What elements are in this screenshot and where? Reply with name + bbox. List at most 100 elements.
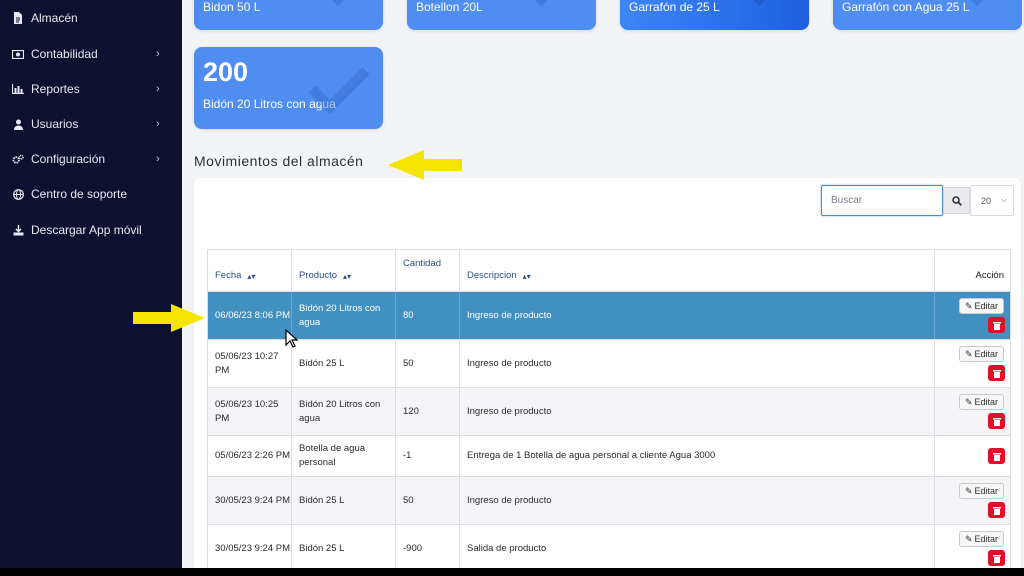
chevron-right-icon: › [156,48,160,60]
sort-icon: ▴▾ [247,272,256,281]
delete-button[interactable] [988,502,1005,518]
header-label: Producto [299,270,338,281]
col-accion: Acción [935,250,1012,291]
col-fecha[interactable]: Fecha ▴▾ [208,250,292,291]
check-icon [534,0,548,7]
sidebar-item-label: Contabilidad [31,47,98,61]
table-row[interactable]: 05/06/23 10:25 PM Bidón 20 Litros con ag… [208,388,1010,436]
cell-accion: ✎ Editar [935,388,1012,435]
pencil-icon: ✎ [964,397,973,407]
cell-cantidad: -1 [396,436,460,476]
col-producto[interactable]: Producto ▴▾ [292,250,396,291]
table-row[interactable]: 30/05/23 9:24 PM Bidón 25 L -900 Salida … [208,525,1010,568]
search-icon [951,195,962,206]
cell-fecha: 05/06/23 2:26 PM [208,436,292,476]
edit-label: Editar [974,301,999,311]
page-size-select[interactable]: 20 ⌵ [970,185,1014,216]
sidebar-item-almacen[interactable]: Almacén [0,2,182,34]
cell-accion: ✎ Editar [935,525,1012,568]
chevron-right-icon: › [156,118,160,130]
edit-button[interactable]: ✎ Editar [959,483,1004,499]
cell-cantidad: 50 [396,340,460,387]
check-icon [308,67,370,115]
sidebar-item-label: Reportes [31,82,80,96]
pencil-icon: ✎ [964,486,973,496]
section-title: Movimientos del almacén [194,153,364,169]
header-label: Cantidad [403,258,442,269]
sidebar-item-centro-soporte[interactable]: Centro de soporte [0,178,182,210]
cell-fecha: 05/06/23 10:25 PM [208,388,292,435]
sidebar: Almacén Contabilidad › Reportes › Usuari… [0,0,182,568]
money-icon [12,48,24,60]
pencil-icon: ✎ [964,534,973,544]
stat-card[interactable]: Garrafón de 25 L [620,0,809,30]
bottom-bar [0,568,1024,576]
delete-button[interactable] [988,317,1005,333]
sidebar-item-label: Almacén [31,11,78,25]
cell-producto: Bidón 20 Litros con agua [292,388,396,435]
sort-icon: ▴▾ [522,272,531,281]
trash-icon [992,321,1001,330]
col-descripcion[interactable]: Descripcion ▴▾ [460,250,935,291]
delete-button[interactable] [988,365,1005,381]
edit-button[interactable]: ✎ Editar [959,531,1004,547]
sidebar-item-usuarios[interactable]: Usuarios › [0,108,182,140]
card-name: Bidon 50 L [203,0,261,14]
cell-fecha: 30/05/23 9:24 PM [208,525,292,568]
cell-accion: ✎ Editar [935,292,1012,339]
trash-icon [992,369,1001,378]
cell-producto: Bidón 25 L [292,340,396,387]
delete-button[interactable] [988,448,1005,464]
table-row[interactable]: 05/06/23 2:26 PM Botella de agua persona… [208,436,1010,477]
cell-accion: ✎ Editar [935,477,1012,524]
stat-card[interactable]: 200 Bidón 20 Litros con agua [194,47,383,129]
cell-producto: Bidón 25 L [292,525,396,568]
table-row[interactable]: 30/05/23 9:24 PM Bidón 25 L 50 Ingreso d… [208,477,1010,525]
sidebar-item-descargar-app[interactable]: Descargar App móvil [0,214,182,246]
bar-chart-icon [12,83,24,95]
sidebar-item-reportes[interactable]: Reportes › [0,73,182,105]
users-icon [12,118,24,130]
sidebar-item-contabilidad[interactable]: Contabilidad › [0,38,182,70]
cell-cantidad: -900 [396,525,460,568]
pencil-icon: ✎ [964,301,973,311]
cell-cantidad: 50 [396,477,460,524]
movements-table: Fecha ▴▾ Producto ▴▾ Cantidad Descripcion ▴… [207,249,1011,568]
delete-button[interactable] [988,550,1005,566]
chevron-right-icon: › [156,83,160,95]
sidebar-item-configuracion[interactable]: Configuración › [0,143,182,175]
edit-label: Editar [974,349,999,359]
trash-icon [992,452,1001,461]
table-row[interactable]: 06/06/23 8:06 PM Bidón 20 Litros con agu… [208,292,1010,340]
stat-card[interactable]: Garrafón con Agua 25 L [833,0,1022,30]
edit-button[interactable]: ✎ Editar [959,394,1004,410]
trash-icon [992,417,1001,426]
download-icon [12,224,24,236]
chevron-down-icon: ⌵ [1000,195,1007,204]
search-input[interactable] [821,185,943,216]
cell-descripcion: Entrega de 1 Botella de agua personal a … [460,436,935,476]
stat-card[interactable]: Bidon 50 L [194,0,383,30]
edit-label: Editar [974,534,999,544]
card-count: 200 [203,57,249,87]
edit-label: Editar [974,486,999,496]
cell-cantidad: 120 [396,388,460,435]
mouse-cursor-icon [285,329,299,348]
edit-button[interactable]: ✎ Editar [959,298,1004,314]
trash-icon [992,506,1001,515]
table-row[interactable]: 05/06/23 10:27 PM Bidón 25 L 50 Ingreso … [208,340,1010,388]
globe-icon [12,188,24,200]
main-content: Bidon 50 L Botellon 20L Garrafón de 25 L… [182,0,1024,568]
check-icon [331,0,345,7]
edit-button[interactable]: ✎ Editar [959,346,1004,362]
delete-button[interactable] [988,413,1005,429]
document-icon [12,12,24,24]
check-icon [970,0,984,7]
sidebar-item-label: Configuración [31,152,106,166]
cell-producto: Botella de agua personal [292,436,396,476]
card-name: Botellon 20L [416,0,483,14]
col-cantidad[interactable]: Cantidad [396,250,460,291]
stat-card[interactable]: Botellon 20L [407,0,596,30]
search-button[interactable] [943,187,970,214]
cell-accion [935,436,1012,476]
